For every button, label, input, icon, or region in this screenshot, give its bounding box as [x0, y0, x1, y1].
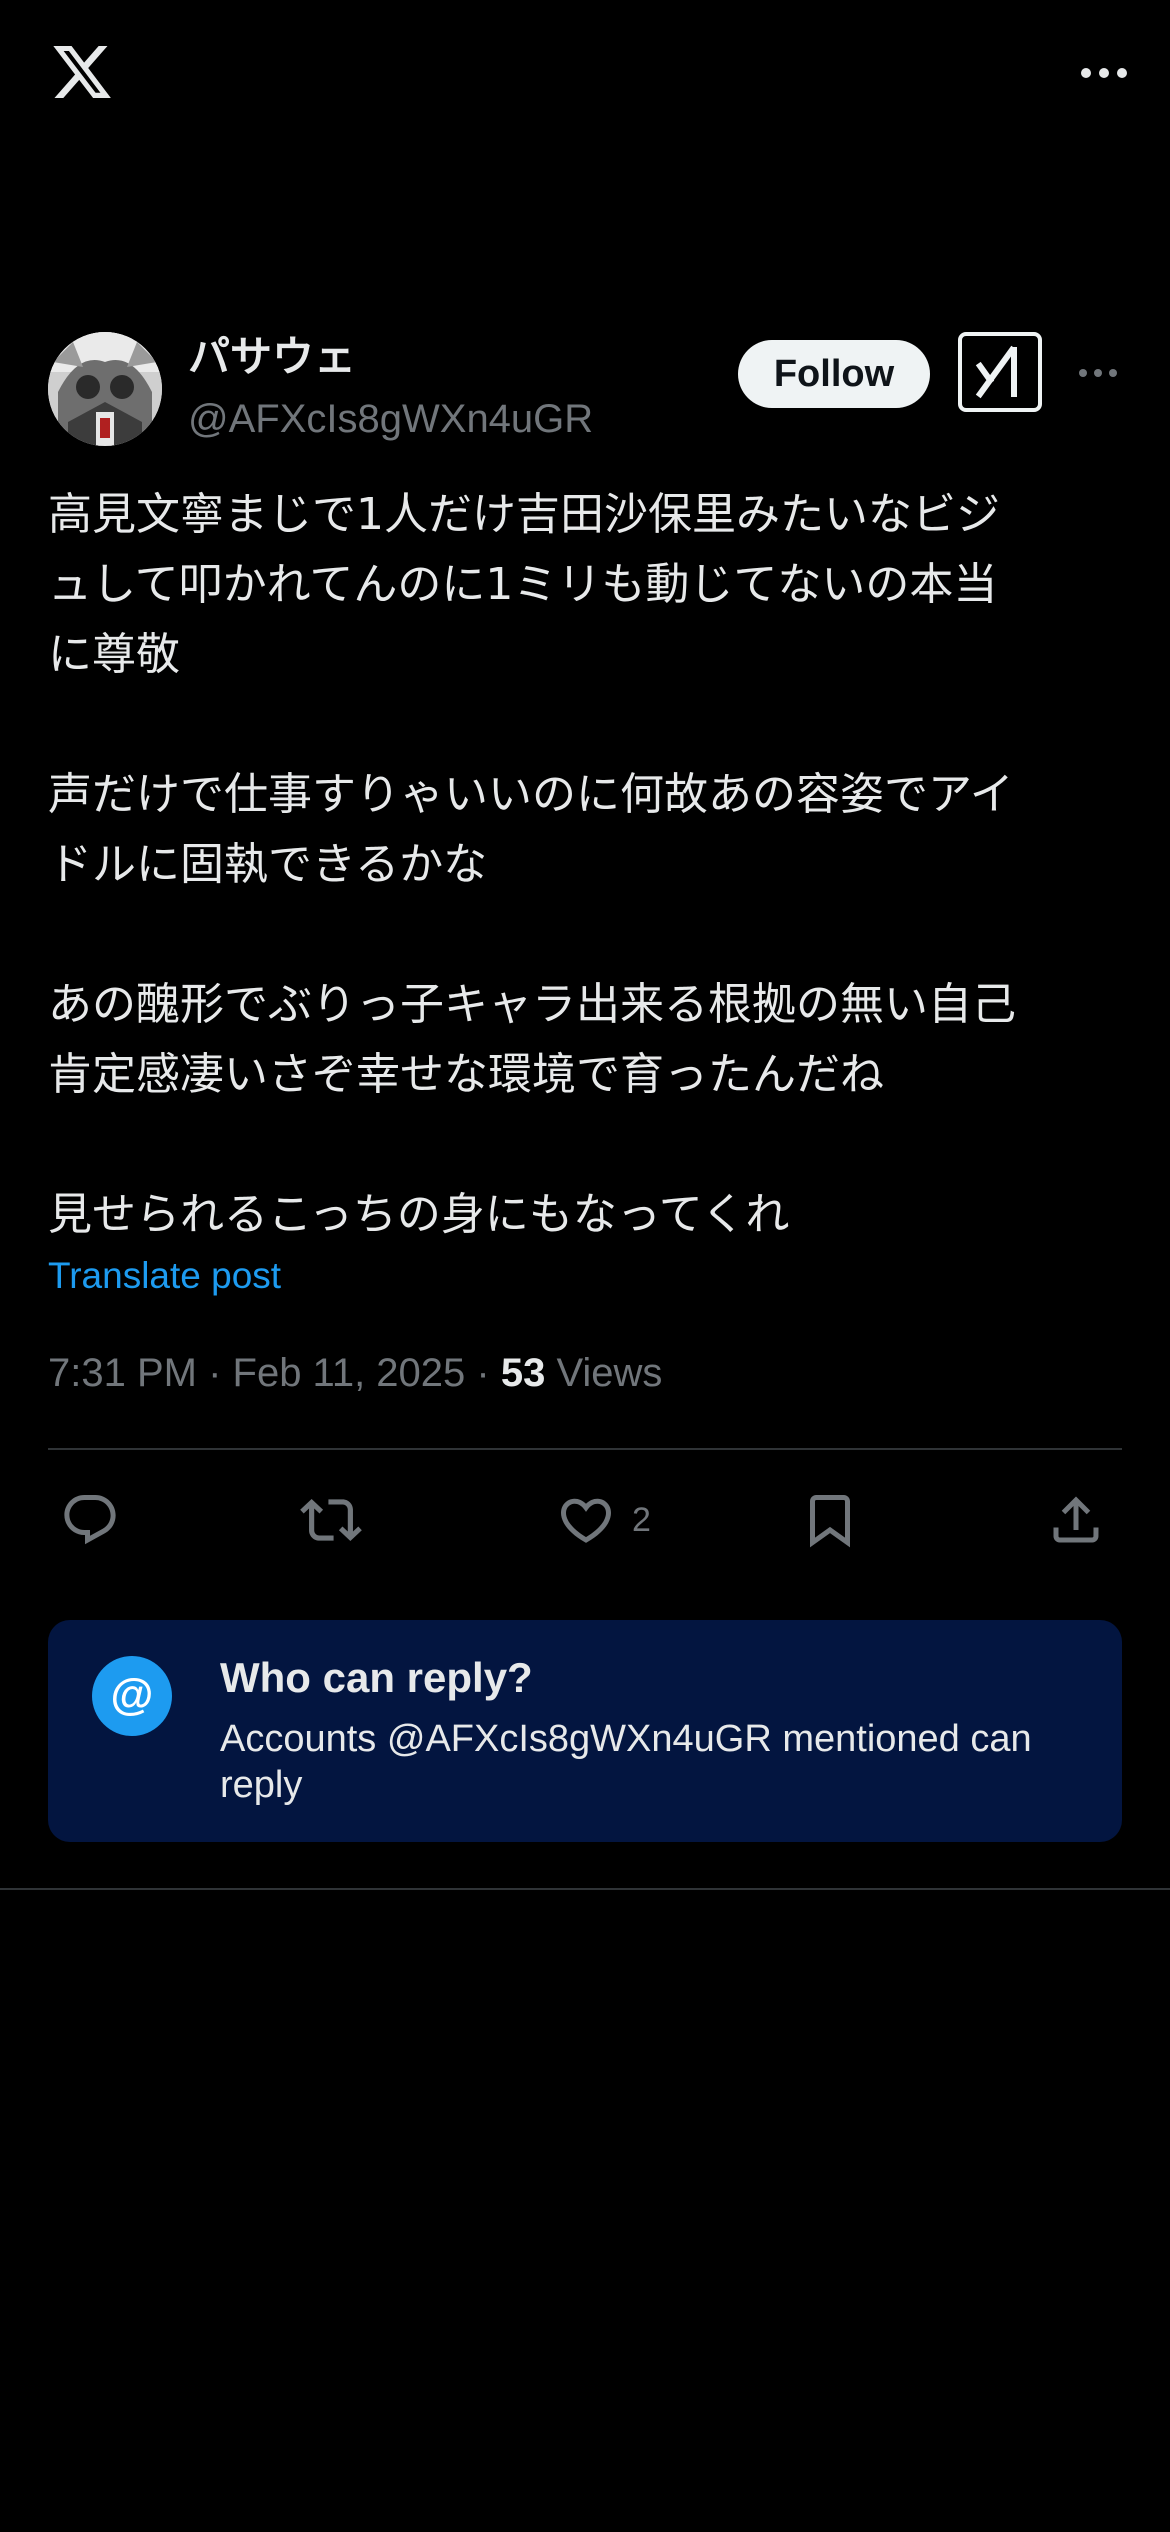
share-icon [1053, 1496, 1099, 1543]
grok-icon [975, 345, 1017, 399]
meta-separator: · [196, 1351, 233, 1395]
views-count: 53 [500, 1351, 546, 1395]
retweet-button[interactable] [300, 1480, 362, 1560]
avatar-image [48, 332, 162, 446]
tweet-date[interactable]: Feb 11, 2025 [233, 1351, 466, 1395]
share-button[interactable] [1046, 1480, 1106, 1560]
divider [0, 1888, 1170, 1890]
heart-icon [560, 1498, 612, 1543]
more-horizontal-icon[interactable] [1078, 56, 1130, 90]
who-can-reply-notice: @ Who can reply? Accounts @AFXcIs8gWXn4u… [48, 1620, 1122, 1842]
bookmark-icon [810, 1495, 850, 1548]
tweet-time[interactable]: 7:31 PM [48, 1351, 197, 1395]
reply-button[interactable] [60, 1480, 120, 1560]
retweet-icon [300, 1499, 362, 1541]
like-count: 2 [632, 1500, 651, 1539]
grok-button[interactable] [958, 332, 1042, 412]
who-can-reply-description: Accounts @AFXcIs8gWXn4uGR mentioned can … [220, 1718, 1032, 1806]
tweet-paragraph: あの醜形でぶりっ子キャラ出来る根拠の無い自己 肯定感凄いさぞ幸せな環境で育ったん… [48, 979, 1016, 1100]
tweet-header: パサウェ @AFXcIs8gWXn4uGR Follow [48, 332, 1122, 448]
tweet-paragraph: 見せられるこっちの身にもなってくれ [48, 1189, 790, 1240]
bookmark-button[interactable] [800, 1480, 860, 1560]
like-button[interactable]: 2 [556, 1480, 651, 1560]
follow-button[interactable]: Follow [738, 340, 930, 408]
author-display-name[interactable]: パサウェ [188, 332, 356, 382]
who-can-reply-title: Who can reply? [220, 1654, 533, 1701]
top-bar [0, 0, 1170, 150]
more-horizontal-icon[interactable] [1076, 358, 1120, 388]
views-label: Views [545, 1351, 663, 1395]
x-logo-icon[interactable] [48, 40, 116, 104]
tweet-paragraph: 高見文寧まじで1人だけ吉田沙保里みたいなビジ ュして叩かれてんのに1ミリも動じて… [48, 489, 1000, 680]
translate-post-link[interactable]: Translate post [48, 1252, 281, 1300]
tweet-paragraph: 声だけで仕事すりゃいいのに何故あの容姿でアイ ドルに固執できるかな [48, 769, 1014, 890]
tweet-text: 高見文寧まじで1人だけ吉田沙保里みたいなビジ ュして叩かれてんのに1ミリも動じて… [48, 480, 1128, 1250]
reply-icon [64, 1495, 116, 1545]
mention-icon: @ [92, 1656, 172, 1736]
author-handle[interactable]: @AFXcIs8gWXn4uGR [188, 394, 593, 444]
tweet-meta: 7:31 PM · Feb 11, 2025 · 53 Views [48, 1348, 662, 1398]
divider [48, 1448, 1122, 1450]
action-bar: 2 [48, 1480, 1122, 1560]
meta-separator: · [465, 1351, 501, 1395]
avatar[interactable] [48, 332, 162, 446]
